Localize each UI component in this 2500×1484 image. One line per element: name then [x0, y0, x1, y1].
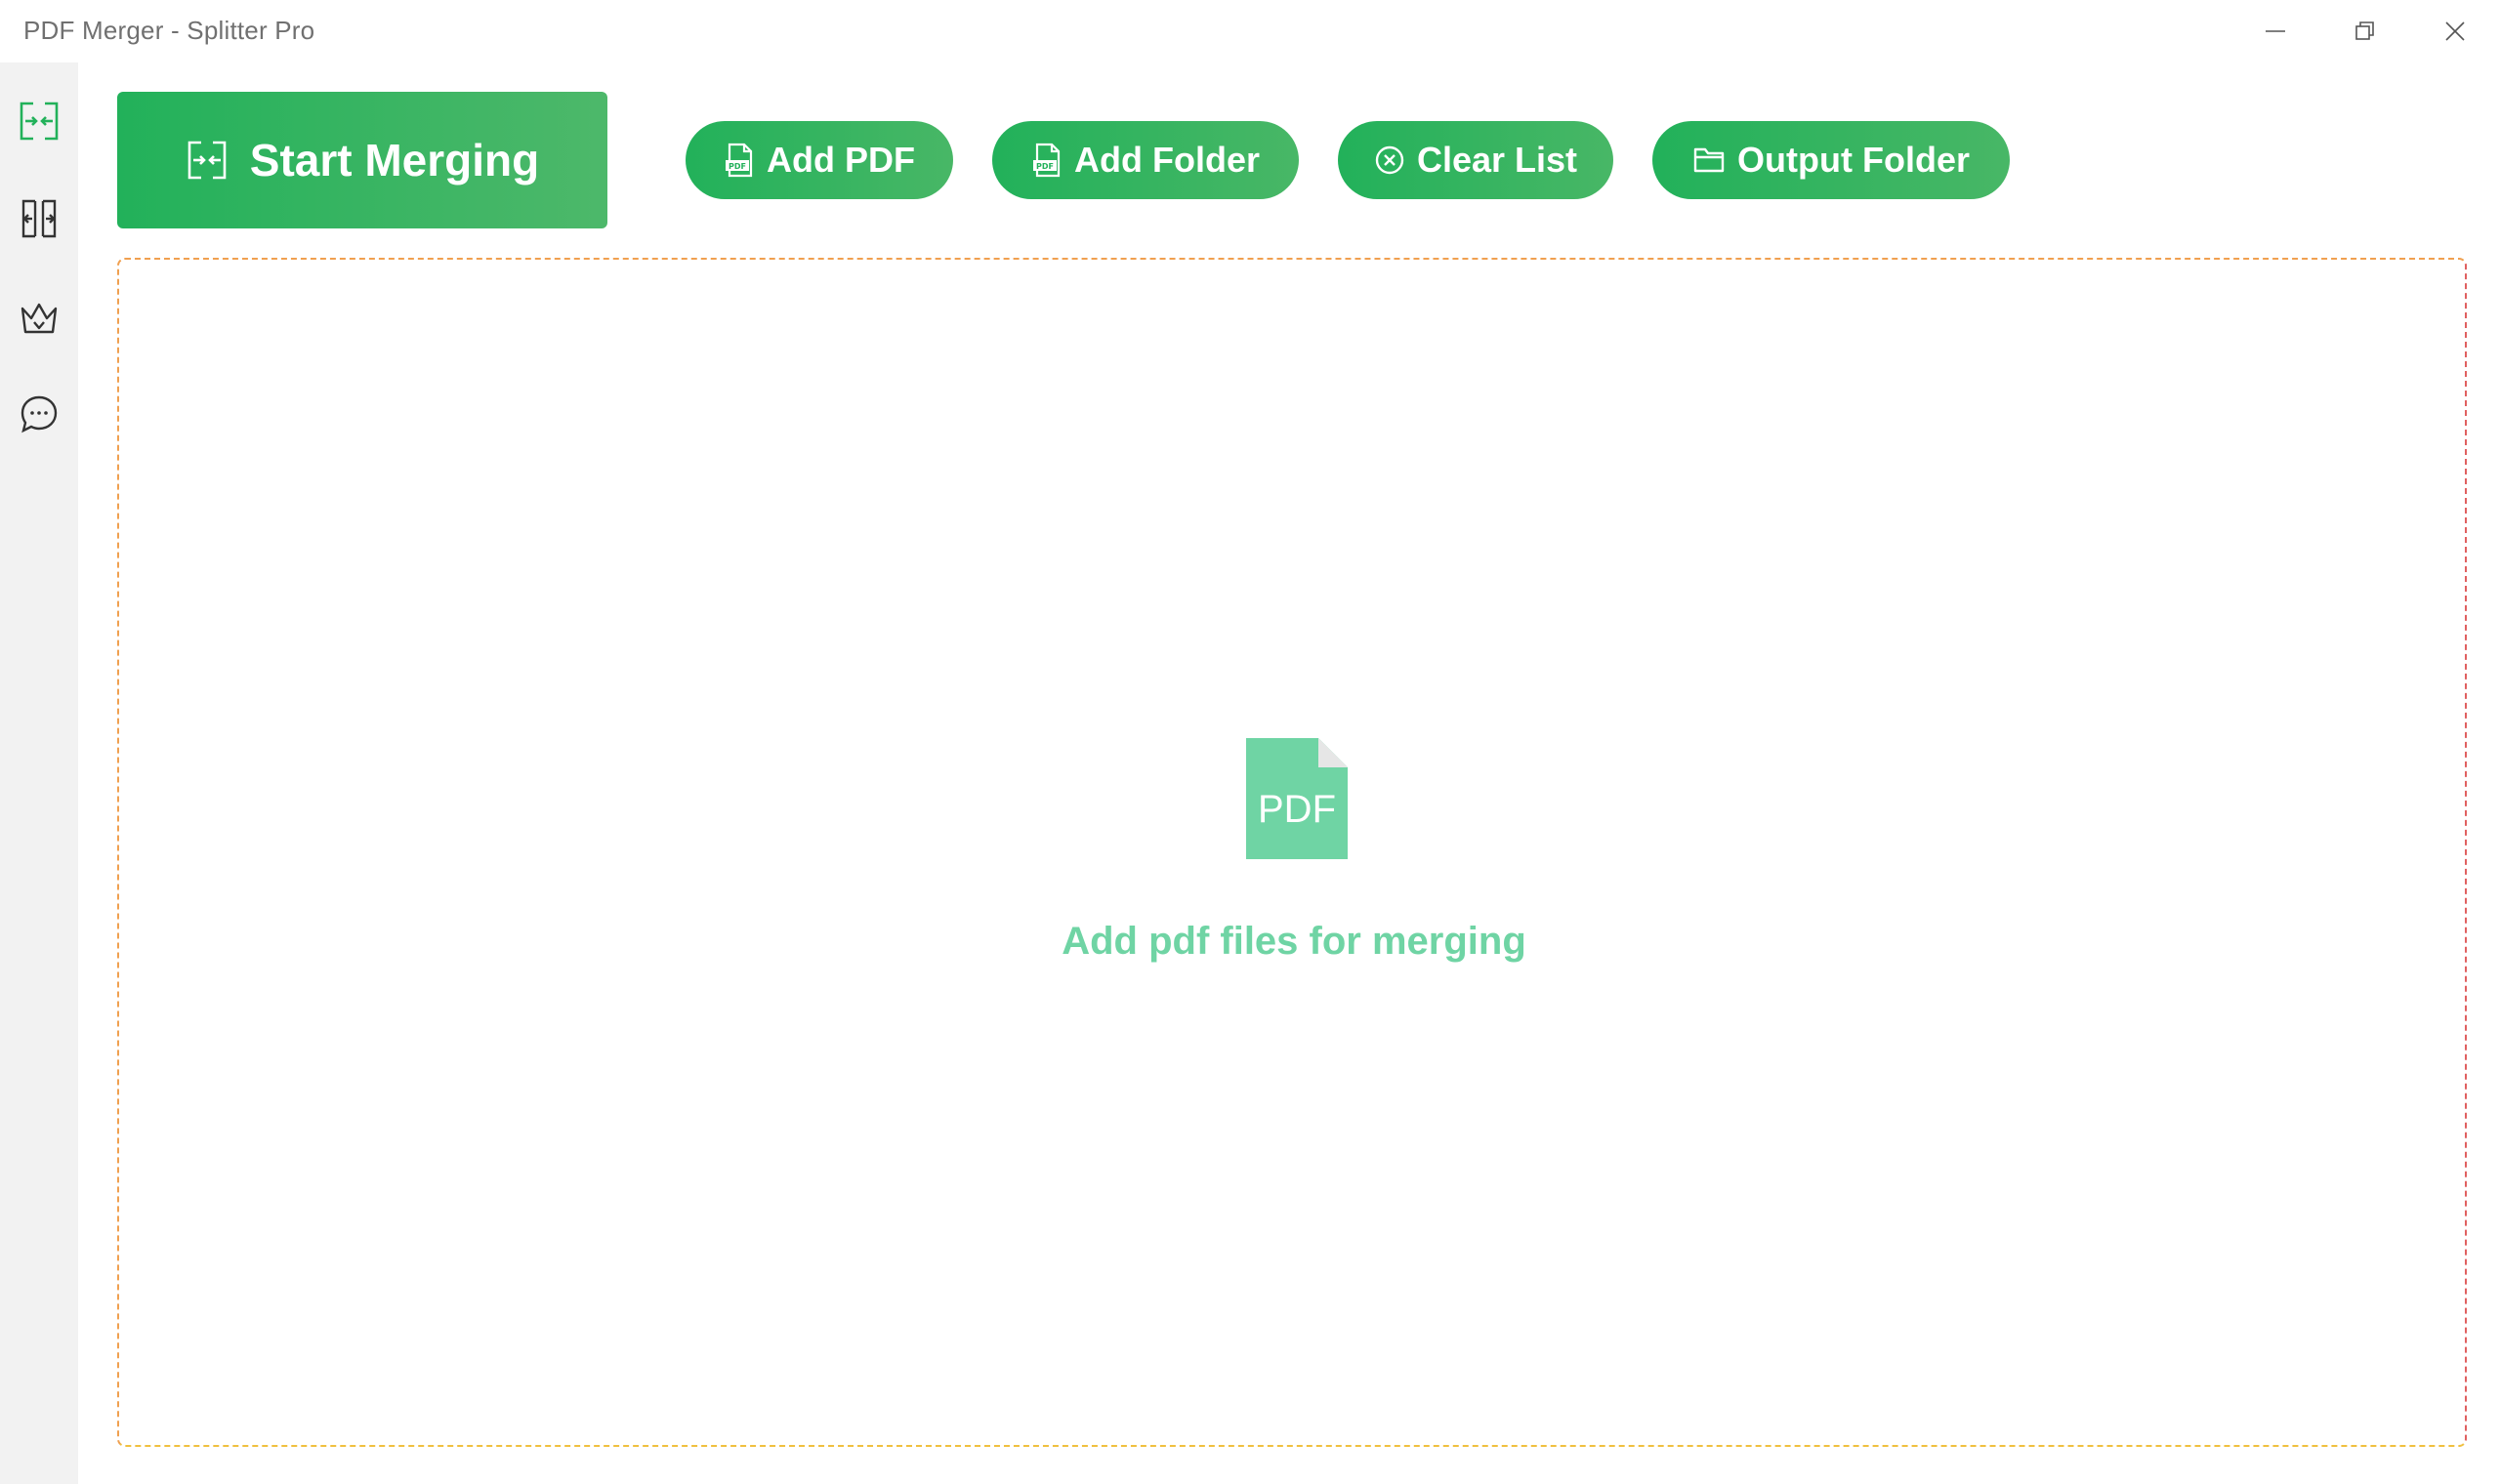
clear-circle-icon: [1375, 145, 1404, 175]
pdf-document-icon: PDF: [1246, 738, 1348, 859]
split-icon: [21, 199, 57, 238]
pdf-file-icon: PDF: [726, 143, 753, 178]
title-bar: PDF Merger - Splitter Pro: [0, 0, 2500, 62]
app-title: PDF Merger - Splitter Pro: [23, 16, 315, 45]
merge-icon: [188, 141, 227, 180]
folder-icon: [1693, 147, 1725, 173]
output-folder-button[interactable]: Output Folder: [1652, 121, 2010, 199]
sidebar: [0, 62, 78, 1484]
pdf-file-icon: PDF: [1033, 143, 1061, 178]
clear-list-button[interactable]: Clear List: [1338, 121, 1613, 199]
add-pdf-button[interactable]: PDF Add PDF: [686, 121, 953, 199]
pdf-document-icon-label: PDF: [1258, 788, 1336, 831]
output-folder-label: Output Folder: [1737, 140, 1970, 180]
sidebar-item-split[interactable]: [10, 189, 68, 248]
restore-icon: [2355, 21, 2374, 40]
app-window: PDF Merger - Splitter Pro Start Merging …: [0, 0, 2500, 1484]
maximize-button[interactable]: [2336, 12, 2395, 51]
svg-text:PDF: PDF: [1036, 162, 1054, 171]
merge-icon: [20, 102, 59, 141]
add-folder-label: Add Folder: [1074, 140, 1260, 180]
start-merging-button[interactable]: Start Merging: [117, 92, 607, 228]
start-merging-label: Start Merging: [249, 135, 540, 186]
chat-icon: [21, 395, 58, 433]
add-folder-button[interactable]: PDF Add Folder: [992, 121, 1299, 199]
minimize-button[interactable]: [2246, 12, 2305, 51]
file-drop-zone[interactable]: PDF Add pdf files for merging: [117, 258, 2467, 1447]
sidebar-item-vip[interactable]: [10, 289, 68, 348]
crown-icon: [21, 303, 58, 334]
sidebar-item-merge[interactable]: [10, 92, 68, 150]
minimize-icon: [2266, 30, 2285, 32]
add-pdf-label: Add PDF: [767, 140, 915, 180]
svg-text:PDF: PDF: [729, 162, 746, 171]
drop-zone-hint: Add pdf files for merging: [1062, 920, 1526, 963]
sidebar-item-feedback[interactable]: [10, 385, 68, 443]
clear-list-label: Clear List: [1416, 140, 1578, 180]
close-icon: [2445, 21, 2465, 41]
close-button[interactable]: [2426, 12, 2484, 51]
